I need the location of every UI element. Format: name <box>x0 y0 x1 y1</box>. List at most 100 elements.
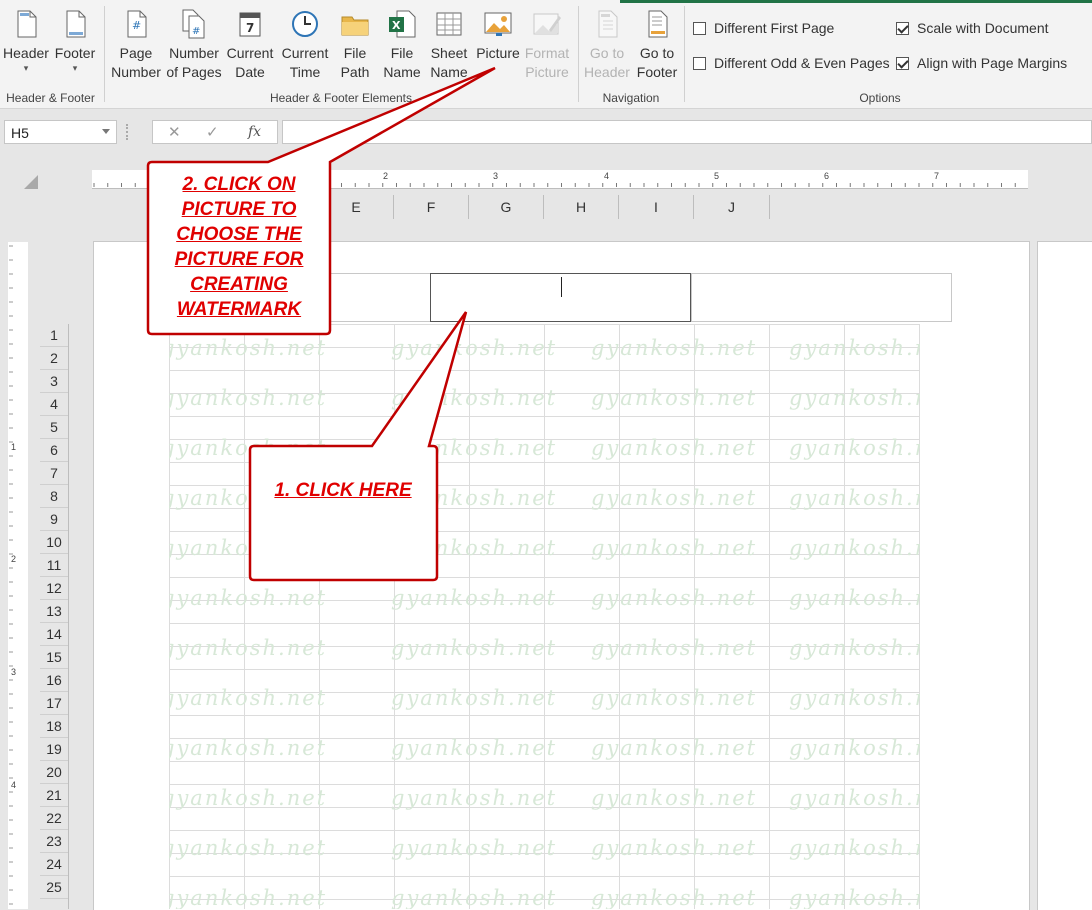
watermark-text: gyankosh.net <box>391 736 558 760</box>
row-header-22[interactable]: 22 <box>40 807 68 830</box>
go-to-footer-icon <box>648 10 668 38</box>
column-header-i[interactable]: I <box>619 195 694 219</box>
page-header-icon <box>17 10 37 38</box>
file-path-button[interactable]: File Path <box>333 8 377 82</box>
watermark-text: gyankosh.net <box>789 736 920 760</box>
cell-grid[interactable]: gyankosh.net gyankosh.net gyankosh.net gyan… <box>169 324 920 909</box>
number-of-pages-icon: # <box>182 9 205 39</box>
svg-text:7: 7 <box>246 21 254 35</box>
row-header-3[interactable]: 3 <box>40 370 68 393</box>
row-header-11[interactable]: 11 <box>40 554 68 577</box>
row-header-13[interactable]: 13 <box>40 600 68 623</box>
excel-file-icon: X <box>389 10 416 38</box>
row-header-6[interactable]: 6 <box>40 439 68 462</box>
watermark-text: gyankosh.net <box>169 536 328 560</box>
ruler-number: 4 <box>604 171 610 181</box>
column-header-f[interactable]: F <box>394 195 469 219</box>
sheet-name-button[interactable]: Sheet Name <box>427 8 471 82</box>
different-odd-even-checkbox[interactable] <box>693 56 706 70</box>
next-page <box>1037 241 1092 910</box>
column-header-h[interactable]: H <box>544 195 619 219</box>
watermark-text: gyankosh.net <box>391 586 558 610</box>
page-footer-icon <box>66 10 86 38</box>
watermark-text: gyankosh.net <box>169 786 328 810</box>
chevron-down-icon[interactable] <box>102 129 110 134</box>
row-header-2[interactable]: 2 <box>40 347 68 370</box>
row-header-14[interactable]: 14 <box>40 623 68 646</box>
watermark-text: gyankosh.net <box>789 486 920 510</box>
row-header-10[interactable]: 10 <box>40 531 68 554</box>
cancel-icon[interactable]: ✕ <box>168 123 181 141</box>
align-with-margins-checkbox[interactable] <box>896 56 909 70</box>
group-divider <box>104 6 105 102</box>
current-date-button[interactable]: 7 Current Date <box>224 8 276 82</box>
row-headers: 1 2 3 4 5 6 7 8 9 10 11 12 13 14 15 16 17 18 19 20 21 22 23 24 2… <box>40 324 69 909</box>
ruler-number: 3 <box>493 171 499 181</box>
row-header-7[interactable]: 7 <box>40 462 68 485</box>
option-different-first-page[interactable]: Different First Page <box>693 20 834 36</box>
watermark-text: gyankosh.net <box>591 486 758 510</box>
name-box[interactable]: H5 <box>4 120 117 144</box>
watermark-text: gyankosh.net <box>591 386 758 410</box>
row-header-24[interactable]: 24 <box>40 853 68 876</box>
format-picture-button[interactable]: Format Picture <box>523 8 571 82</box>
clock-icon <box>292 11 318 37</box>
watermark-text: gyankosh.net <box>591 636 758 660</box>
row-header-17[interactable]: 17 <box>40 692 68 715</box>
header-right-section[interactable] <box>691 273 952 322</box>
row-header-15[interactable]: 15 <box>40 646 68 669</box>
different-first-page-checkbox[interactable] <box>693 21 706 35</box>
option-align-with-margins[interactable]: Align with Page Margins <box>896 55 1067 71</box>
scale-with-document-checkbox[interactable] <box>896 21 909 35</box>
row-header-19[interactable]: 19 <box>40 738 68 761</box>
column-header-j[interactable]: J <box>694 195 770 219</box>
insert-function-icon[interactable]: fx <box>248 124 261 140</box>
row-header-9[interactable]: 9 <box>40 508 68 531</box>
svg-text:#: # <box>132 19 141 32</box>
current-time-button[interactable]: Current Time <box>279 8 331 82</box>
footer-button[interactable]: Footer ▾ <box>52 8 98 73</box>
splitter-handle[interactable] <box>126 124 131 140</box>
column-header-e[interactable]: E <box>319 195 394 219</box>
formula-buttons: ✕ ✓ fx <box>152 120 278 144</box>
row-header-18[interactable]: 18 <box>40 715 68 738</box>
row-header-23[interactable]: 23 <box>40 830 68 853</box>
row-header-5[interactable]: 5 <box>40 416 68 439</box>
watermark-text: gyankosh.net <box>591 686 758 710</box>
watermark-text: gyankosh.net <box>591 836 758 860</box>
watermark-text: gyankosh.net <box>789 886 920 909</box>
header-button[interactable]: Header ▾ <box>3 8 49 73</box>
folder-icon <box>341 16 369 36</box>
row-header-1[interactable]: 1 <box>40 324 68 347</box>
page-number-button[interactable]: # Page Number <box>110 8 162 82</box>
watermark-text: gyankosh.net <box>591 536 758 560</box>
go-to-footer-button[interactable]: Go to Footer <box>633 8 681 82</box>
column-header-g[interactable]: G <box>469 195 544 219</box>
formula-input[interactable] <box>282 120 1092 144</box>
row-header-8[interactable]: 8 <box>40 485 68 508</box>
row-header-16[interactable]: 16 <box>40 669 68 692</box>
row-header-4[interactable]: 4 <box>40 393 68 416</box>
text-cursor <box>561 277 562 297</box>
row-header-12[interactable]: 12 <box>40 577 68 600</box>
watermark-text: gyankosh.net <box>391 636 558 660</box>
option-different-odd-even[interactable]: Different Odd & Even Pages <box>693 55 890 71</box>
row-header-20[interactable]: 20 <box>40 761 68 784</box>
file-name-button[interactable]: X File Name <box>380 8 424 82</box>
enter-icon[interactable]: ✓ <box>206 123 219 141</box>
picture-button[interactable]: Picture <box>475 8 521 63</box>
number-of-pages-button[interactable]: # Number of Pages <box>166 8 222 82</box>
watermark-text: gyankosh.net <box>591 436 758 460</box>
group-label-header-footer: Header & Footer <box>6 91 95 105</box>
select-all-corner[interactable] <box>24 175 38 189</box>
group-divider <box>578 6 579 102</box>
row-header-21[interactable]: 21 <box>40 784 68 807</box>
callout-step2-text: 2. CLICK ON PICTURE TO CHOOSE THE PICTUR… <box>174 174 304 320</box>
header-center-section[interactable] <box>430 273 691 322</box>
option-scale-with-document[interactable]: Scale with Document <box>896 20 1049 36</box>
go-to-header-button[interactable]: Go to Header <box>583 8 631 82</box>
watermark-text: gyankosh.net <box>789 436 920 460</box>
row-header-25[interactable]: 25 <box>40 876 68 899</box>
picture-icon <box>484 12 512 36</box>
watermark-text: gyankosh.net <box>789 336 920 360</box>
